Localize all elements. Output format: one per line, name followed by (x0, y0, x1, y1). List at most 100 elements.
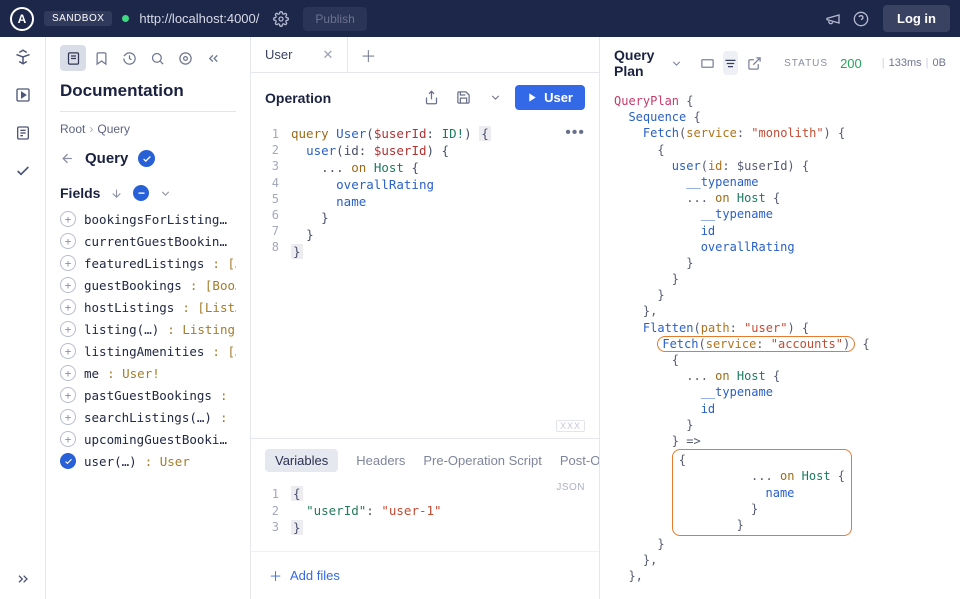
field-row[interactable]: + searchListings(…) : [… (60, 409, 236, 425)
operation-title: Operation (265, 90, 331, 106)
apollo-logo[interactable]: A (10, 7, 34, 31)
field-type: : [… (220, 388, 236, 403)
explorer-icon[interactable] (13, 47, 33, 67)
field-row[interactable]: +listingAmenities: [… (60, 343, 236, 359)
operation-editor[interactable]: ••• 12345678 query User($userId: ID!) { … (251, 122, 599, 438)
sandbox-badge: SANDBOX (44, 11, 112, 26)
op-menu-chevron-icon[interactable] (483, 86, 507, 110)
field-type: : [… (220, 410, 236, 425)
add-field-icon[interactable]: + (60, 387, 76, 403)
vars-tab[interactable]: Variables (265, 449, 338, 472)
top-bar: A SANDBOX http://localhost:4000/ Publish… (0, 0, 960, 37)
add-tab-icon[interactable]: ＋ (348, 43, 388, 67)
add-files-button[interactable]: ＋Add files (251, 551, 599, 599)
publish-button[interactable]: Publish (303, 7, 366, 31)
breadcrumb[interactable]: Root›Query (60, 122, 236, 136)
field-row[interactable]: + upcomingGuestBooki… (60, 431, 236, 447)
deselect-all-icon[interactable]: − (133, 185, 149, 201)
search-icon[interactable] (144, 45, 170, 71)
login-button[interactable]: Log in (883, 5, 950, 32)
history-icon[interactable] (116, 45, 142, 71)
field-name: listing(…) (84, 322, 159, 337)
bookmark-icon[interactable] (88, 45, 114, 71)
add-field-icon[interactable]: + (60, 431, 76, 447)
add-field-icon[interactable]: + (60, 277, 76, 293)
checks-rail-icon[interactable] (13, 161, 33, 181)
tab-user[interactable]: User ✕ (251, 37, 348, 72)
field-row[interactable]: + me : User! (60, 365, 236, 381)
run-button[interactable]: User (515, 85, 585, 110)
plan-body[interactable]: QueryPlan { Sequence { Fetch(service: "m… (600, 89, 960, 599)
field-name: featuredListings (84, 256, 204, 271)
status-label: STATUS (784, 58, 828, 69)
run-rail-icon[interactable] (13, 85, 33, 105)
fields-heading: Fields (60, 185, 100, 201)
field-name: user(…) (84, 454, 137, 469)
help-icon[interactable] (847, 5, 875, 33)
field-name: bookingsForListing… (84, 212, 227, 227)
sort-icon[interactable] (110, 187, 123, 200)
keyboard-hint: XXX (556, 420, 585, 432)
docs-title: Documentation (60, 81, 236, 101)
field-type: : Listing (167, 322, 235, 337)
field-row[interactable]: +currentGuestBookin… (60, 233, 236, 249)
add-field-icon[interactable]: + (60, 365, 76, 381)
field-row[interactable]: + bookingsForListing… (60, 211, 236, 227)
share-icon[interactable] (419, 86, 443, 110)
docs-settings-icon[interactable] (172, 45, 198, 71)
plan-chevron-icon[interactable] (670, 57, 683, 70)
editor-more-icon[interactable]: ••• (565, 124, 585, 142)
vars-tabs: Variables Headers Pre-Operation Script Post… (251, 439, 599, 482)
endpoint-url[interactable]: http://localhost:4000/ (139, 11, 259, 26)
plan-text-view-icon[interactable] (723, 51, 739, 75)
query-plan-panel: Query Plan STATUS 200 |133ms|0B QueryPla… (600, 37, 960, 599)
field-row[interactable]: user(…) : User (60, 453, 236, 469)
field-type: : User! (107, 366, 160, 381)
vars-tab[interactable]: Post-Oper (560, 453, 599, 468)
variables-editor[interactable]: { "userId": "user-1" } (291, 486, 442, 537)
field-type: : [List… (182, 300, 236, 315)
field-name: guestBookings (84, 278, 182, 293)
field-name: me (84, 366, 99, 381)
settings-icon[interactable] (267, 5, 295, 33)
status-code: 200 (840, 56, 862, 71)
vars-tab[interactable]: Pre-Operation Script (423, 453, 542, 468)
add-field-icon[interactable]: + (60, 343, 76, 359)
schema-rail-icon[interactable] (13, 123, 33, 143)
chevron-down-icon[interactable] (159, 187, 172, 200)
field-name: searchListings(…) (84, 410, 212, 425)
field-row[interactable]: +guestBookings: [Boo… (60, 277, 236, 293)
connection-status-dot (122, 15, 129, 22)
field-list: + bookingsForListing… +currentGuestBookin…… (60, 211, 236, 469)
field-row[interactable]: + listing(…) : Listing (60, 321, 236, 337)
add-field-icon[interactable]: + (60, 321, 76, 337)
plan-external-icon[interactable] (746, 51, 762, 75)
field-selected-icon[interactable] (60, 453, 76, 469)
field-type: : User (145, 454, 190, 469)
plan-table-view-icon[interactable] (699, 51, 715, 75)
close-tab-icon[interactable]: ✕ (322, 47, 333, 63)
add-field-icon[interactable]: + (60, 299, 76, 315)
field-row[interactable]: +hostListings: [List… (60, 299, 236, 315)
save-icon[interactable] (451, 86, 475, 110)
left-rail (0, 37, 46, 599)
add-field-icon[interactable]: + (60, 233, 76, 249)
field-name: listingAmenities (84, 344, 204, 359)
add-field-icon[interactable]: + (60, 255, 76, 271)
field-type: : [… (212, 256, 236, 271)
collapse-docs-icon[interactable] (200, 45, 226, 71)
latency: 133ms (889, 57, 922, 69)
field-row[interactable]: +pastGuestBookings: [… (60, 387, 236, 403)
announcements-icon[interactable] (819, 5, 847, 33)
expand-rail-icon[interactable] (13, 569, 33, 589)
add-field-icon[interactable]: + (60, 409, 76, 425)
field-name: upcomingGuestBooki… (84, 432, 227, 447)
add-field-icon[interactable]: + (60, 211, 76, 227)
docs-view-icon[interactable] (60, 45, 86, 71)
field-row[interactable]: + featuredListings : [… (60, 255, 236, 271)
documentation-panel: Documentation Root›Query Query Fields − … (46, 37, 251, 599)
vars-tab[interactable]: Headers (356, 453, 405, 468)
operation-code[interactable]: query User($userId: ID!) { user(id: $use… (291, 126, 491, 428)
selected-type-check-icon (138, 150, 155, 167)
back-arrow-icon[interactable] (60, 151, 75, 166)
